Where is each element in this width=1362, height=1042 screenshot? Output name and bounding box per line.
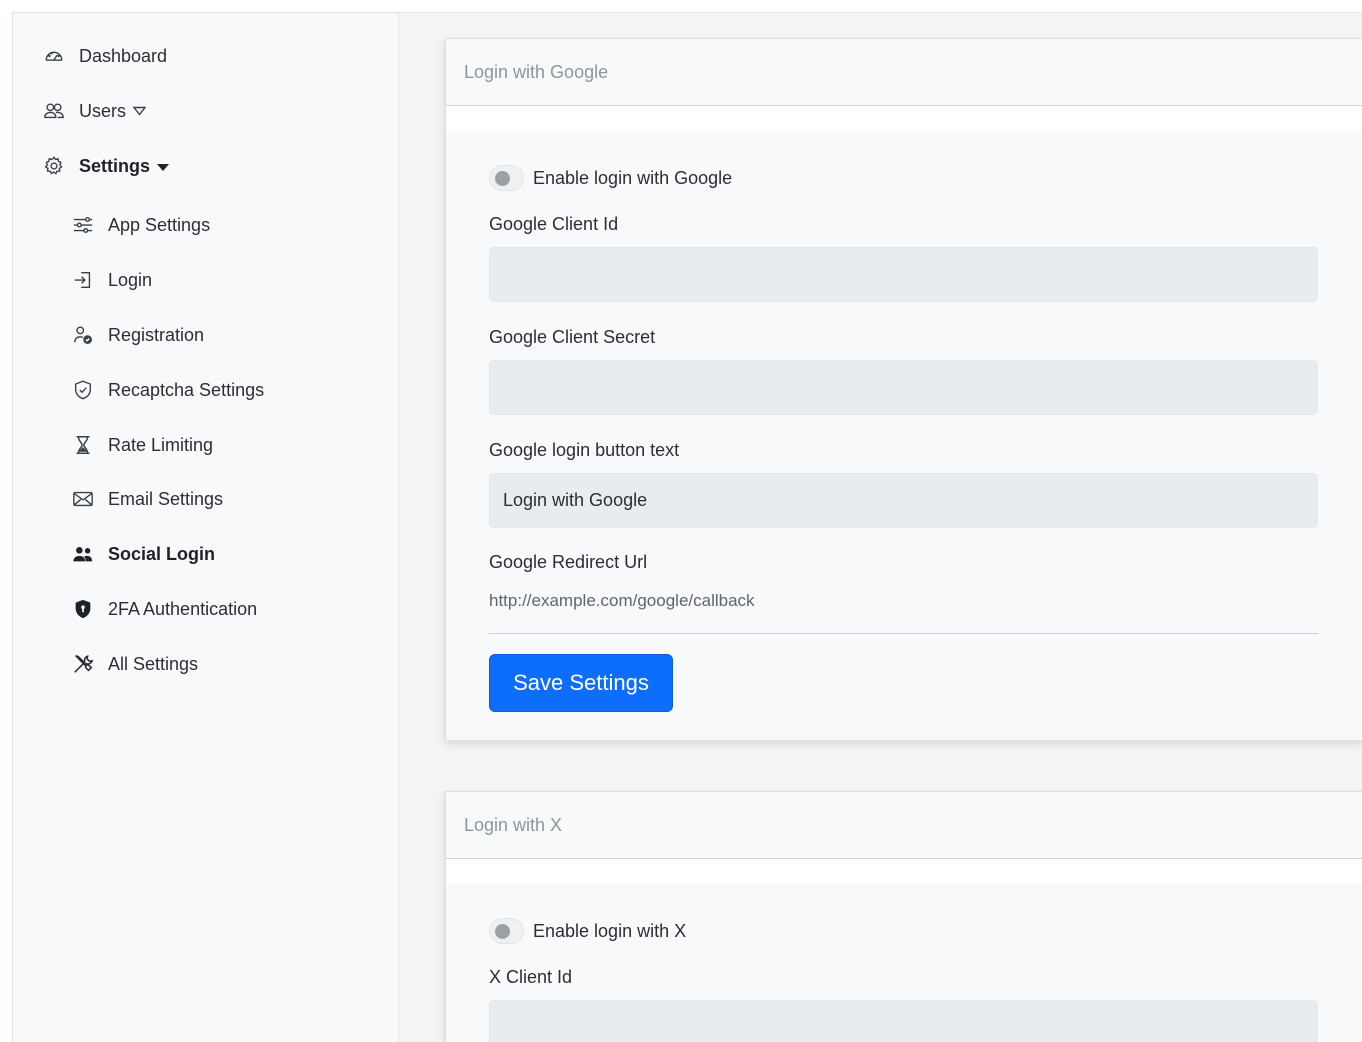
sidebar-item-recaptcha[interactable]: Recaptcha Settings — [70, 377, 264, 403]
google-button-text-input[interactable] — [489, 473, 1318, 528]
google-button-text-label: Google login button text — [489, 440, 680, 460]
sidebar-item-label: 2FA Authentication — [108, 598, 258, 619]
hourglass-icon — [70, 432, 96, 458]
enable-google-row: Enable login with Google — [489, 165, 732, 191]
sidebar-item-label: Email Settings — [108, 488, 224, 509]
google-client-secret-label: Google Client Secret — [489, 327, 656, 347]
sidebar-item-social-login[interactable]: Social Login — [70, 541, 215, 567]
x-client-id-input[interactable] — [489, 1000, 1318, 1042]
sidebar-item-email-settings[interactable]: Email Settings — [70, 486, 223, 512]
save-settings-button[interactable]: Save Settings — [489, 654, 673, 712]
sidebar-item-users[interactable]: Users — [41, 98, 147, 124]
enable-google-label: Enable login with Google — [533, 167, 733, 188]
sidebar-item-label: Registration — [108, 324, 205, 345]
sidebar-item-login[interactable]: Login — [70, 267, 152, 293]
sidebar-item-label: App Settings — [108, 214, 211, 235]
people-fill-icon — [70, 541, 96, 567]
sidebar-item-label: Dashboard — [79, 45, 168, 66]
card-body: Enable login with X X Client Id — [446, 884, 1362, 1042]
x-client-id-label: X Client Id — [489, 967, 573, 987]
user-check-icon — [70, 322, 96, 348]
card-strip — [446, 106, 1362, 131]
card-body: Enable login with Google Google Client I… — [446, 131, 1362, 741]
gear-icon — [41, 153, 67, 179]
sidebar-item-registration[interactable]: Registration — [70, 322, 204, 348]
envelope-icon — [70, 486, 96, 512]
gauge-icon — [41, 43, 67, 69]
shield-check-icon — [70, 377, 96, 403]
enable-google-toggle[interactable] — [489, 165, 524, 191]
google-client-secret-input[interactable] — [489, 360, 1318, 415]
sidebar-item-2fa[interactable]: 2FA Authentication — [70, 596, 257, 622]
form-divider — [489, 633, 1318, 634]
shield-lock-icon — [70, 596, 96, 622]
sidebar-item-label: Rate Limiting — [108, 434, 214, 455]
google-redirect-url-label: Google Redirect Url — [489, 552, 648, 572]
main-content: Login with Google Enable login with Goog… — [400, 13, 1362, 1042]
sidebar-item-dashboard[interactable]: Dashboard — [41, 43, 167, 69]
chevron-down-icon — [133, 106, 147, 116]
sidebar-item-label: Recaptcha Settings — [108, 379, 265, 400]
enable-x-row: Enable login with X — [489, 918, 686, 944]
enable-x-toggle[interactable] — [489, 918, 524, 944]
google-login-card: Login with Google Enable login with Goog… — [445, 38, 1362, 741]
sign-in-icon — [70, 267, 96, 293]
enable-x-label: Enable login with X — [533, 920, 687, 941]
sidebar-item-label: All Settings — [108, 653, 199, 674]
app-frame: Dashboard Users Settings App Settings Lo… — [12, 12, 1362, 1042]
users-icon — [41, 98, 67, 124]
caret-down-icon — [157, 163, 170, 171]
sidebar-item-settings[interactable]: Settings — [41, 153, 170, 179]
sidebar-item-label: Users — [79, 100, 127, 121]
sidebar-item-label: Social Login — [108, 543, 216, 564]
card-header: Login with Google — [446, 39, 1362, 106]
sidebar-item-label: Login — [108, 269, 153, 290]
sidebar-item-all-settings[interactable]: All Settings — [70, 651, 198, 677]
sidebar: Dashboard Users Settings App Settings Lo… — [13, 13, 399, 1042]
tools-icon — [70, 651, 96, 677]
google-client-id-label: Google Client Id — [489, 214, 619, 234]
sliders-icon — [70, 212, 96, 238]
card-strip — [446, 859, 1362, 884]
x-login-card: Login with X Enable login with X X Clien… — [445, 791, 1362, 1042]
sidebar-item-rate-limiting[interactable]: Rate Limiting — [70, 432, 213, 458]
card-header: Login with X — [446, 792, 1362, 859]
sidebar-item-app-settings[interactable]: App Settings — [70, 212, 210, 238]
sidebar-item-label: Settings — [79, 155, 151, 176]
google-redirect-url-value: http://example.com/google/callback — [489, 591, 755, 610]
google-client-id-input[interactable] — [489, 247, 1318, 302]
